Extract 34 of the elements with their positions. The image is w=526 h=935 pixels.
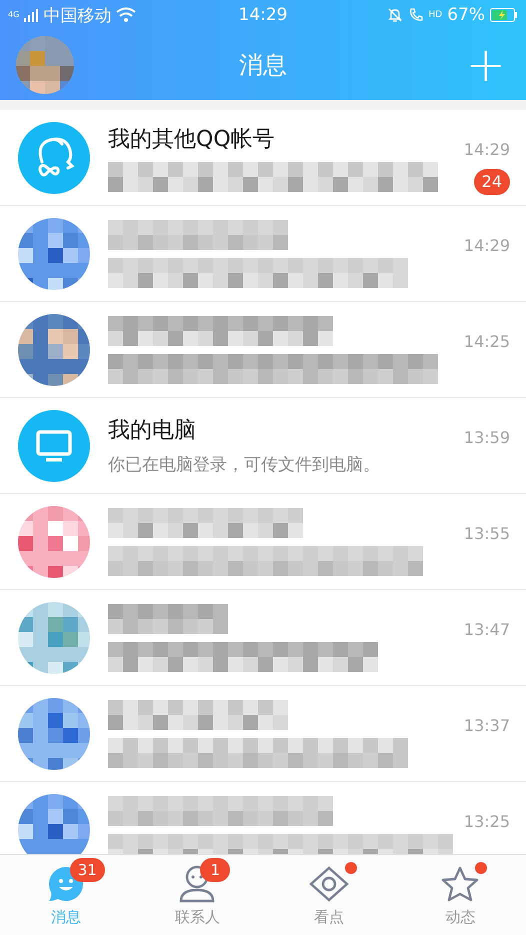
count-badge: 1 <box>200 858 230 882</box>
star-icon <box>441 866 480 902</box>
signal-icon <box>24 8 38 22</box>
unread-badge: 24 <box>474 169 510 195</box>
tab-item[interactable]: 31 消息 <box>0 855 132 935</box>
muted-bell-icon <box>386 7 402 23</box>
tab-item[interactable]: 看点 <box>263 855 394 935</box>
carrier-name: 中国移动 <box>43 4 112 26</box>
conversation-name: 我的其他QQ帐号 <box>108 126 276 154</box>
message-time: 13:47 <box>464 620 510 639</box>
message-preview: 你已在电脑登录，可传文件到电脑。 <box>108 454 381 476</box>
status-time: 14:29 <box>238 5 288 25</box>
message-time: 13:55 <box>464 524 510 543</box>
add-button[interactable]: + <box>462 41 510 89</box>
header-title: 消息 <box>239 50 287 81</box>
count-badge: 31 <box>70 858 105 882</box>
wifi-icon <box>116 7 136 23</box>
message-time: 14:29 <box>464 236 510 255</box>
conversation-name: 我的电脑 <box>108 417 197 445</box>
message-time: 13:59 <box>464 428 510 447</box>
computer-icon <box>18 410 90 482</box>
message-time: 14:25 <box>464 332 510 351</box>
message-time: 13:25 <box>464 812 510 831</box>
eye-icon <box>308 866 349 902</box>
hd-label: HD <box>428 10 442 20</box>
charging-battery-icon <box>490 8 518 22</box>
battery-percent: 67% <box>447 5 485 25</box>
tab-item[interactable]: 1 联系人 <box>132 855 263 935</box>
message-time: 14:29 <box>464 140 510 159</box>
tab-item[interactable]: 动态 <box>394 855 526 935</box>
message-time: 13:37 <box>464 716 510 735</box>
network-label: 4G <box>8 11 20 19</box>
phone-icon <box>408 7 424 23</box>
accounts-icon <box>18 122 90 194</box>
